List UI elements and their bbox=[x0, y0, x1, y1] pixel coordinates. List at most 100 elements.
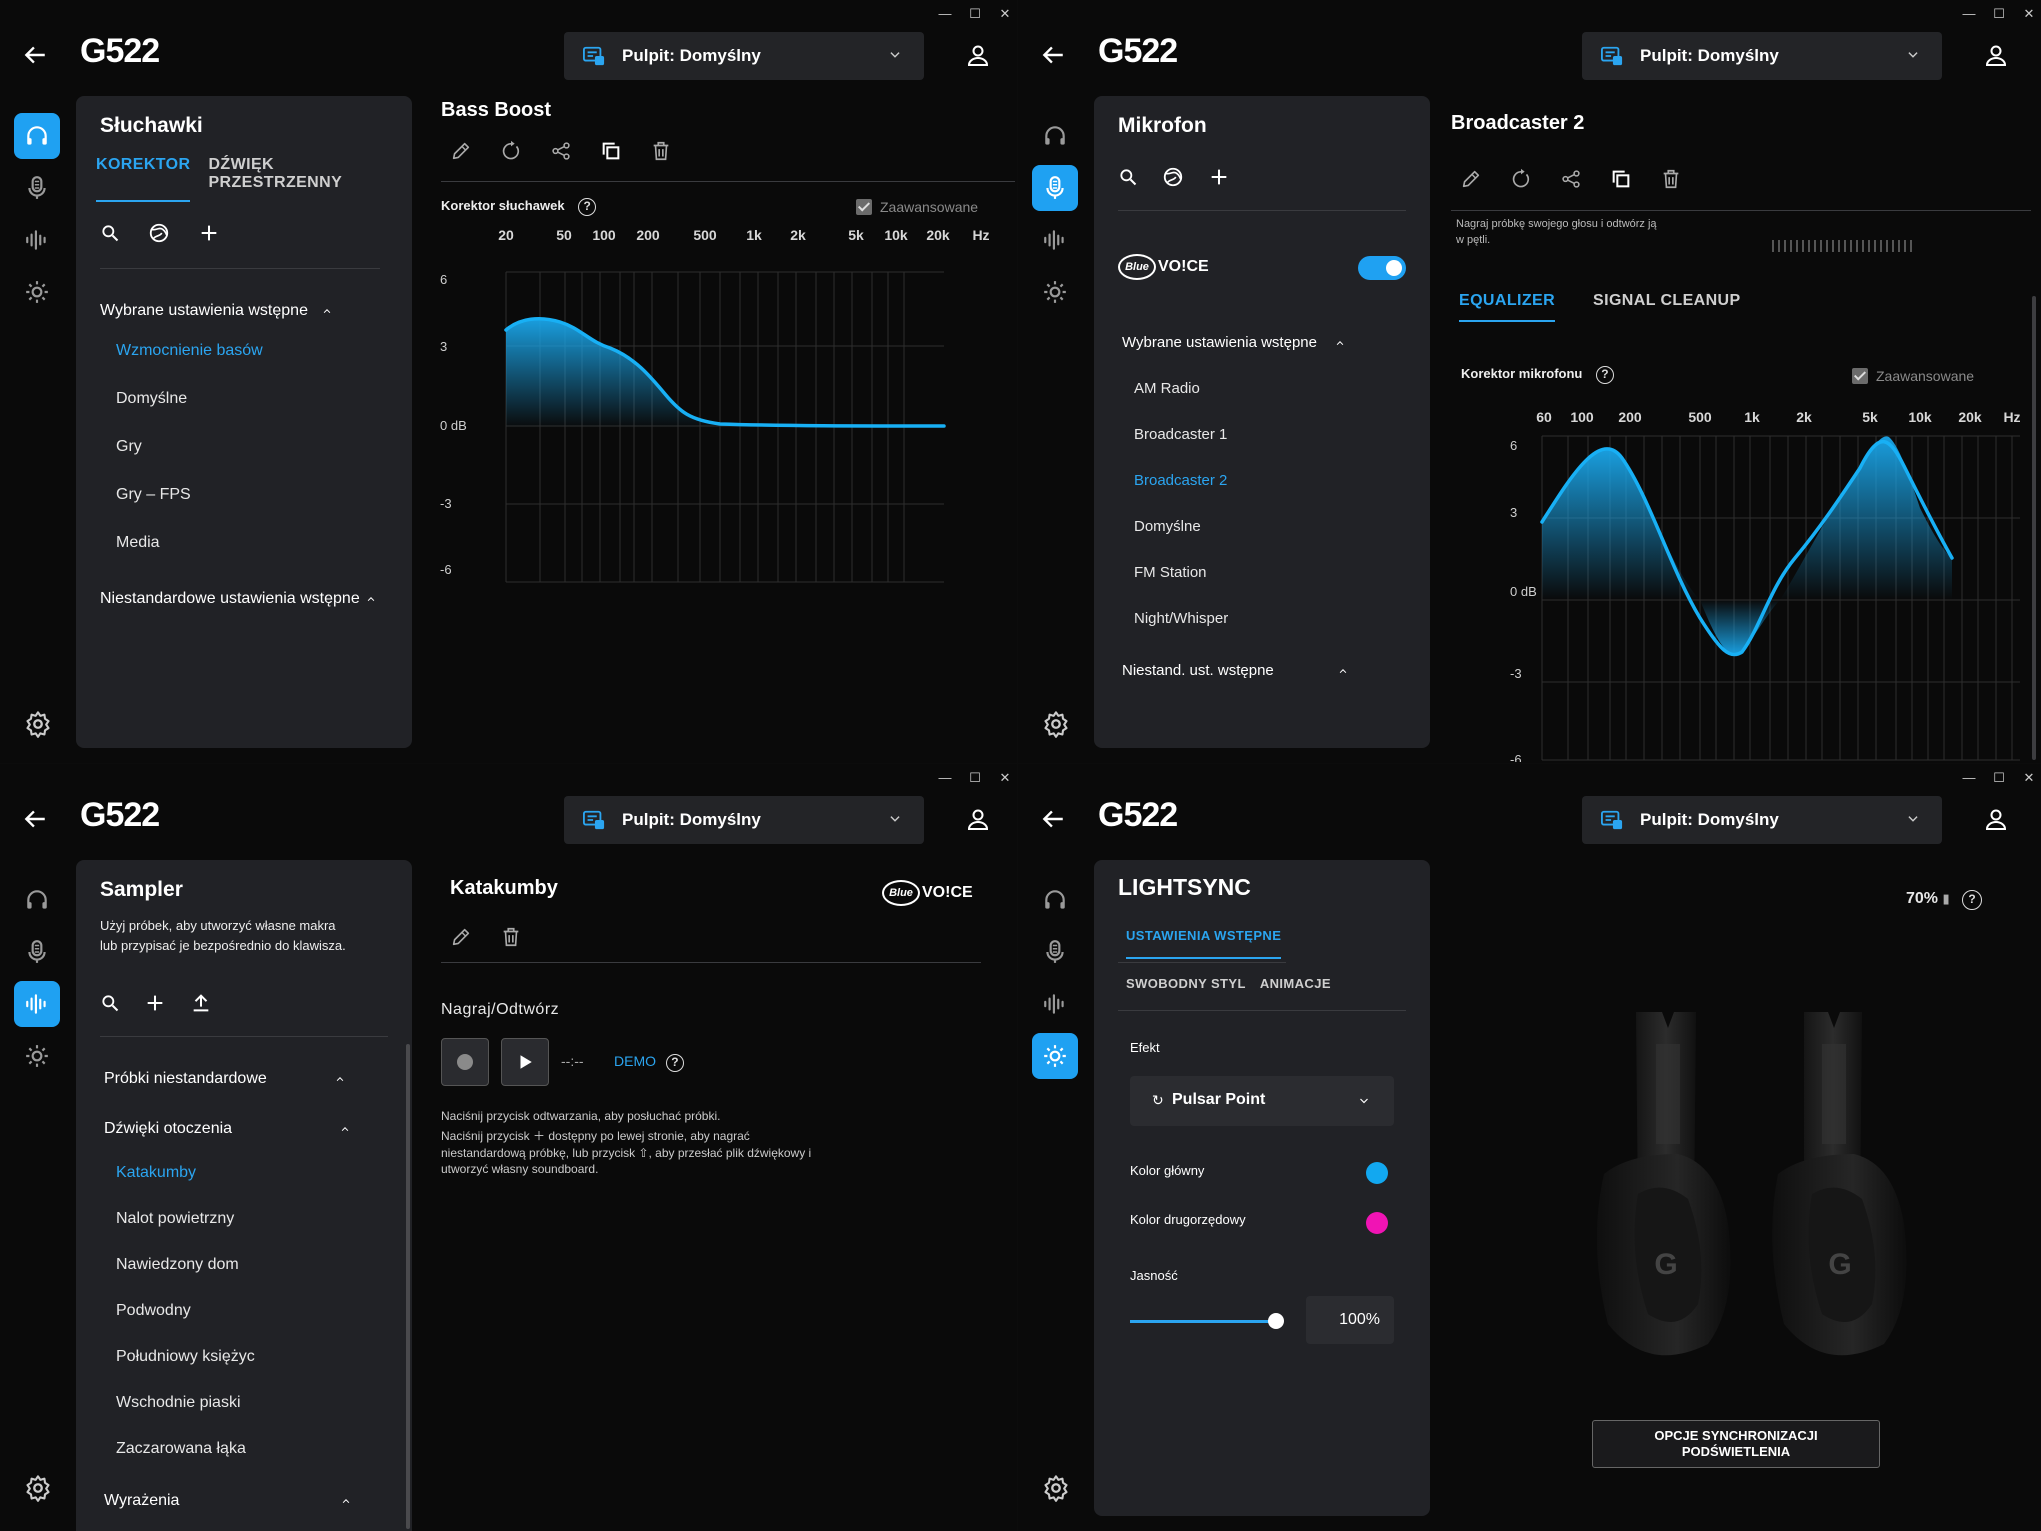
nav-headphones[interactable] bbox=[1032, 113, 1078, 159]
primary-color-swatch[interactable] bbox=[1366, 1162, 1388, 1184]
advanced-checkbox[interactable]: Zaawansowane bbox=[856, 199, 978, 215]
headphones-eq-graph[interactable]: 20 50 100 200 500 1k 2k 5k 10k 20k Hz 6 3 0 dB -3 -6 bbox=[440, 226, 1000, 586]
profile-selector[interactable]: Pulpit: Domyślny bbox=[1582, 32, 1942, 80]
nav-headphones[interactable] bbox=[1032, 877, 1078, 923]
nav-sampler[interactable] bbox=[14, 217, 60, 263]
add-icon[interactable] bbox=[144, 992, 166, 1014]
profile-selector[interactable]: Pulpit: Domyślny bbox=[1582, 796, 1942, 844]
settings-gear-icon[interactable] bbox=[24, 1474, 52, 1502]
preset-item[interactable]: FM Station bbox=[1134, 564, 1207, 581]
help-icon[interactable]: ? bbox=[578, 198, 597, 216]
brightness-value-field[interactable]: 100% bbox=[1306, 1296, 1394, 1344]
copy-icon[interactable] bbox=[1610, 168, 1632, 190]
help-icon[interactable]: ? bbox=[1962, 890, 1983, 910]
preset-item[interactable]: Broadcaster 2 bbox=[1134, 472, 1227, 489]
maximize-button[interactable]: ☐ bbox=[1991, 6, 2007, 22]
blue-voice-toggle[interactable] bbox=[1358, 256, 1406, 280]
group-selected-presets[interactable]: Wybrane ustawienia wstępne bbox=[1122, 334, 1347, 351]
sync-lighting-options-button[interactable]: OPCJE SYNCHRONIZACJI PODŚWIETLENIA bbox=[1592, 1420, 1880, 1468]
tab-surround[interactable]: DŹWIĘK PRZESTRZENNY bbox=[208, 156, 412, 202]
close-button[interactable]: ✕ bbox=[2021, 6, 2037, 22]
nav-lightsync[interactable] bbox=[14, 269, 60, 315]
preset-item[interactable]: Domyślne bbox=[116, 390, 187, 408]
minimize-button[interactable]: — bbox=[937, 770, 953, 786]
copy-icon[interactable] bbox=[600, 140, 622, 162]
nav-lightsync[interactable] bbox=[1032, 1033, 1078, 1079]
maximize-button[interactable]: ☐ bbox=[1991, 770, 2007, 786]
tab-animations[interactable]: ANIMACJE bbox=[1260, 976, 1331, 1001]
preset-item[interactable]: Wzmocnienie basów bbox=[116, 342, 263, 360]
record-button[interactable] bbox=[441, 1038, 489, 1086]
tab-freestyle[interactable]: SWOBODNY STYL bbox=[1126, 976, 1246, 1001]
community-globe-icon[interactable] bbox=[1162, 166, 1184, 188]
reset-icon[interactable] bbox=[500, 140, 522, 162]
close-button[interactable]: ✕ bbox=[2021, 770, 2037, 786]
group-selected-presets[interactable]: Wybrane ustawienia wstępne bbox=[100, 302, 334, 320]
nav-sampler[interactable] bbox=[14, 981, 60, 1027]
back-arrow-icon[interactable] bbox=[1040, 42, 1066, 68]
tab-presets[interactable]: USTAWIENIA WSTĘPNE bbox=[1126, 928, 1282, 959]
share-icon[interactable] bbox=[1560, 168, 1582, 190]
back-arrow-icon[interactable] bbox=[22, 42, 48, 68]
group-expressions[interactable]: Wyrażenia bbox=[104, 1492, 353, 1510]
back-arrow-icon[interactable] bbox=[1040, 806, 1066, 832]
upload-icon[interactable] bbox=[190, 992, 212, 1014]
profile-selector[interactable]: Pulpit: Domyślny bbox=[564, 32, 924, 80]
trash-icon[interactable] bbox=[500, 926, 522, 948]
play-button[interactable] bbox=[501, 1038, 549, 1086]
brightness-slider[interactable] bbox=[1130, 1313, 1284, 1329]
search-icon[interactable] bbox=[100, 993, 120, 1013]
user-icon[interactable] bbox=[966, 42, 990, 68]
sample-item[interactable]: Katakumby bbox=[116, 1164, 196, 1182]
sample-item[interactable]: Nawiedzony dom bbox=[116, 1256, 239, 1274]
scrollbar[interactable] bbox=[2032, 296, 2036, 760]
nav-lightsync[interactable] bbox=[14, 1033, 60, 1079]
microphone-eq-graph[interactable]: 60 100 200 500 1k 2k 5k 10k 20k Hz 6 3 0 dB -3 -6 bbox=[1450, 398, 2030, 762]
trash-icon[interactable] bbox=[650, 140, 672, 162]
back-arrow-icon[interactable] bbox=[22, 806, 48, 832]
sample-item[interactable]: Południowy księżyc bbox=[116, 1348, 255, 1366]
nav-microphone[interactable] bbox=[1032, 929, 1078, 975]
group-custom-presets[interactable]: Niestandardowe ustawienia wstępne bbox=[100, 590, 378, 608]
sample-item[interactable]: Nalot powietrzny bbox=[116, 1210, 234, 1228]
effect-dropdown[interactable]: ↻ Pulsar Point bbox=[1130, 1076, 1394, 1126]
user-icon[interactable] bbox=[1984, 806, 2008, 832]
tab-signal-cleanup[interactable]: SIGNAL CLEANUP bbox=[1593, 292, 1741, 322]
sample-item[interactable]: Wschodnie piaski bbox=[116, 1394, 241, 1412]
tab-equalizer[interactable]: KOREKTOR bbox=[96, 156, 191, 202]
demo-link[interactable]: DEMO ? bbox=[614, 1053, 684, 1072]
close-button[interactable]: ✕ bbox=[997, 770, 1013, 786]
secondary-color-swatch[interactable] bbox=[1366, 1212, 1388, 1234]
trash-icon[interactable] bbox=[1660, 168, 1682, 190]
preset-item[interactable]: Broadcaster 1 bbox=[1134, 426, 1227, 443]
minimize-button[interactable]: — bbox=[937, 6, 953, 22]
nav-microphone[interactable] bbox=[14, 165, 60, 211]
reset-icon[interactable] bbox=[1510, 168, 1532, 190]
preset-item[interactable]: Gry – FPS bbox=[116, 486, 191, 504]
settings-gear-icon[interactable] bbox=[1042, 710, 1070, 738]
scrollbar[interactable] bbox=[406, 1044, 410, 1529]
share-icon[interactable] bbox=[550, 140, 572, 162]
pencil-icon[interactable] bbox=[450, 926, 472, 948]
community-globe-icon[interactable] bbox=[148, 222, 170, 244]
group-ambient-sounds[interactable]: Dźwięki otoczenia bbox=[104, 1120, 352, 1138]
group-custom-samples[interactable]: Próbki niestandardowe bbox=[104, 1070, 347, 1088]
settings-gear-icon[interactable] bbox=[1042, 1474, 1070, 1502]
nav-sampler[interactable] bbox=[1032, 981, 1078, 1027]
preset-item[interactable]: Gry bbox=[116, 438, 142, 456]
nav-lightsync[interactable] bbox=[1032, 269, 1078, 315]
preset-item[interactable]: AM Radio bbox=[1134, 380, 1200, 397]
add-icon[interactable] bbox=[198, 222, 220, 244]
profile-selector[interactable]: Pulpit: Domyślny bbox=[564, 796, 924, 844]
preset-item[interactable]: Domyślne bbox=[1134, 518, 1201, 535]
preset-item[interactable]: Night/Whisper bbox=[1134, 610, 1228, 627]
nav-headphones[interactable] bbox=[14, 113, 60, 159]
user-icon[interactable] bbox=[1984, 42, 2008, 68]
help-icon[interactable]: ? bbox=[665, 1054, 684, 1072]
preset-item[interactable]: Media bbox=[116, 534, 160, 552]
maximize-button[interactable]: ☐ bbox=[967, 770, 983, 786]
pencil-icon[interactable] bbox=[450, 140, 472, 162]
sample-item[interactable]: Zaczarowana łąka bbox=[116, 1440, 246, 1458]
settings-gear-icon[interactable] bbox=[24, 710, 52, 738]
add-icon[interactable] bbox=[1208, 166, 1230, 188]
